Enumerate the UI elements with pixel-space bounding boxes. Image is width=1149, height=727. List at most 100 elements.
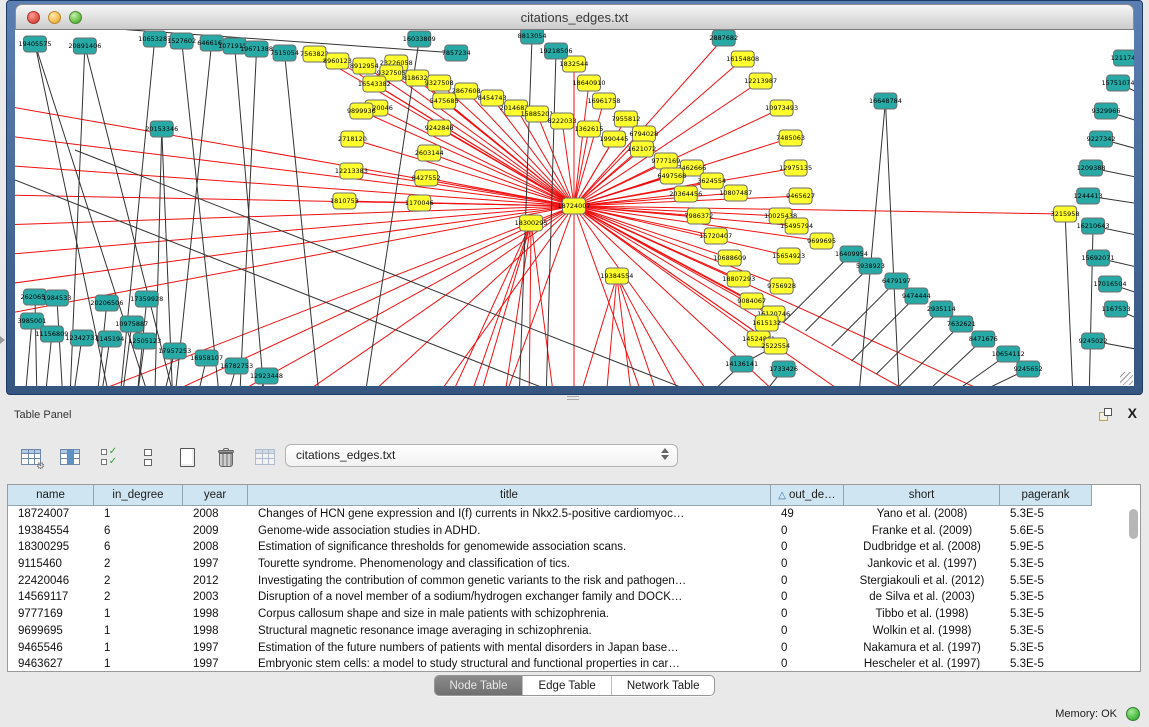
- graph-node[interactable]: 9899936: [347, 103, 376, 119]
- graph-node[interactable]: 8813054: [518, 30, 547, 44]
- graph-node[interactable]: 20206506: [90, 295, 123, 311]
- graph-node[interactable]: 9777169: [651, 153, 680, 169]
- graph-node[interactable]: 1527602: [167, 33, 196, 49]
- graph-node[interactable]: 5475685: [430, 93, 459, 109]
- graph-node[interactable]: 9756928: [767, 278, 796, 294]
- close-panel-icon[interactable]: X: [1128, 405, 1137, 421]
- delete-table-icon[interactable]: [213, 444, 239, 470]
- graph-node[interactable]: 12342737: [65, 330, 98, 346]
- tab-node-table[interactable]: Node Table: [435, 676, 524, 695]
- graph-node[interactable]: 6479197: [882, 273, 911, 289]
- table-row[interactable]: 1456911722003Disruption of a novel membe…: [8, 589, 1140, 606]
- graph-node[interactable]: 9329966: [1092, 103, 1121, 119]
- graph-node[interactable]: 1990445: [599, 131, 628, 147]
- memory-status-indicator[interactable]: [1126, 707, 1140, 721]
- vertical-scrollbar-thumb[interactable]: [1129, 509, 1138, 539]
- graph-node[interactable]: 10654112: [992, 346, 1025, 362]
- graph-node[interactable]: 19384554: [600, 268, 633, 284]
- graph-node[interactable]: 1170046: [405, 195, 434, 211]
- graph-node[interactable]: 14136141: [725, 356, 758, 372]
- table-row[interactable]: 911546021997Tourette syndrome. Phenomeno…: [8, 556, 1140, 573]
- graph-node[interactable]: 8912954: [350, 58, 379, 74]
- graph-node[interactable]: 7857234: [442, 45, 471, 61]
- graph-node[interactable]: 18807293: [722, 271, 755, 287]
- graph-node[interactable]: 7485063: [776, 130, 805, 146]
- graph-node[interactable]: 1984533: [42, 290, 71, 306]
- graph-node[interactable]: 2603144: [415, 145, 444, 161]
- graph-node[interactable]: 18300295: [515, 215, 548, 231]
- graph-node[interactable]: 9474444: [902, 288, 931, 304]
- graph-node[interactable]: 1733426: [769, 361, 798, 377]
- graph-node[interactable]: 1810753: [330, 193, 359, 209]
- graph-node[interactable]: 10688609: [713, 250, 746, 266]
- graph-node[interactable]: 7986372: [684, 208, 713, 224]
- graph-node[interactable]: 1211741: [1111, 50, 1134, 66]
- table-row[interactable]: 2242004622012Investigating the contribut…: [8, 573, 1140, 590]
- graph-node[interactable]: 3215958: [1051, 206, 1080, 222]
- table-settings-icon[interactable]: ⚙: [18, 444, 44, 470]
- graph-node[interactable]: 19405575: [18, 36, 51, 52]
- graph-node[interactable]: 10807487: [719, 185, 752, 201]
- table-row[interactable]: 969969511998Structural magnetic resonanc…: [8, 623, 1140, 640]
- graph-node[interactable]: 8960123: [323, 53, 352, 69]
- table-row[interactable]: 1872400712008Changes of HCN gene express…: [8, 506, 1140, 523]
- graph-node[interactable]: 17359928: [130, 291, 163, 307]
- graph-node[interactable]: 1145194: [95, 331, 124, 347]
- graph-node[interactable]: 11156809: [35, 326, 68, 342]
- table-row[interactable]: 1830029562008Estimation of significance …: [8, 539, 1140, 556]
- graph-node[interactable]: 1615132: [752, 315, 781, 331]
- float-window-icon[interactable]: [1099, 408, 1113, 422]
- table-selector-dropdown[interactable]: citations_edges.txt: [285, 444, 678, 467]
- graph-node[interactable]: 20364456: [669, 186, 702, 202]
- graph-node[interactable]: 19218506: [540, 43, 573, 59]
- graph-node[interactable]: 9242848: [425, 120, 454, 136]
- table-row[interactable]: 946554611997Estimation of the future num…: [8, 640, 1140, 657]
- column-header-short[interactable]: short: [844, 485, 1000, 506]
- graph-node[interactable]: 2718120: [338, 131, 367, 147]
- graph-node[interactable]: 10975887: [115, 316, 148, 332]
- tab-edge-table[interactable]: Edge Table: [523, 676, 611, 695]
- graph-node[interactable]: 7955812: [611, 111, 640, 127]
- graph-node[interactable]: 17957253: [158, 343, 191, 359]
- column-header-year[interactable]: year: [183, 485, 248, 506]
- graph-node[interactable]: 15751074: [1102, 75, 1134, 91]
- graph-node[interactable]: 16782753: [220, 358, 253, 374]
- graph-node[interactable]: 6497568: [657, 168, 686, 184]
- graph-node[interactable]: 1621072: [627, 141, 656, 157]
- network-canvas[interactable]: 1872400718300295193845547563822896012389…: [15, 30, 1134, 386]
- column-header-out_de[interactable]: △out_de…: [771, 485, 844, 506]
- network-window-titlebar[interactable]: citations_edges.txt: [15, 4, 1134, 30]
- network-canvas-svg[interactable]: 1872400718300295193845547563822896012389…: [15, 30, 1134, 386]
- graph-node[interactable]: 20891406: [68, 38, 101, 54]
- graph-node[interactable]: 20153346: [145, 121, 178, 137]
- graph-node[interactable]: 5938923: [856, 258, 885, 274]
- graph-node[interactable]: 16958107: [190, 350, 223, 366]
- graph-node[interactable]: 16543382: [358, 76, 391, 92]
- graph-node[interactable]: 9227342: [1087, 131, 1116, 147]
- graph-node[interactable]: 6794028: [629, 126, 658, 142]
- graph-node[interactable]: 2935114: [927, 301, 956, 317]
- graph-node[interactable]: 1209388: [1077, 160, 1106, 176]
- column-header-pagerank[interactable]: pagerank: [1000, 485, 1092, 506]
- graph-node[interactable]: 9699695: [807, 233, 836, 249]
- graph-node[interactable]: 1244413: [1074, 188, 1103, 204]
- graph-node[interactable]: 15692071: [1082, 250, 1115, 266]
- graph-node[interactable]: 8471676: [969, 331, 998, 347]
- graph-node[interactable]: 15720407: [699, 228, 732, 244]
- column-header-title[interactable]: title: [248, 485, 771, 506]
- graph-node[interactable]: 3624554: [697, 173, 726, 189]
- graph-node[interactable]: 9465627: [786, 188, 815, 204]
- graph-node[interactable]: 9084067: [737, 293, 766, 309]
- select-all-icon[interactable]: ✓ ✓: [96, 444, 122, 470]
- graph-node[interactable]: 19671388: [240, 41, 273, 57]
- graph-node[interactable]: 8427552: [412, 170, 441, 186]
- graph-node[interactable]: 16210643: [1077, 218, 1110, 234]
- graph-node[interactable]: 12923448: [250, 368, 283, 384]
- table-row[interactable]: 977716911998Corpus callosum shape and si…: [8, 606, 1140, 623]
- graph-node[interactable]: 16033809: [403, 31, 436, 47]
- graph-node[interactable]: 7632621: [947, 316, 976, 332]
- graph-node[interactable]: 8222033: [548, 113, 577, 129]
- graph-node[interactable]: 12975135: [779, 160, 812, 176]
- graph-node[interactable]: 15495794: [780, 218, 813, 234]
- graph-node[interactable]: 12213987: [744, 73, 777, 89]
